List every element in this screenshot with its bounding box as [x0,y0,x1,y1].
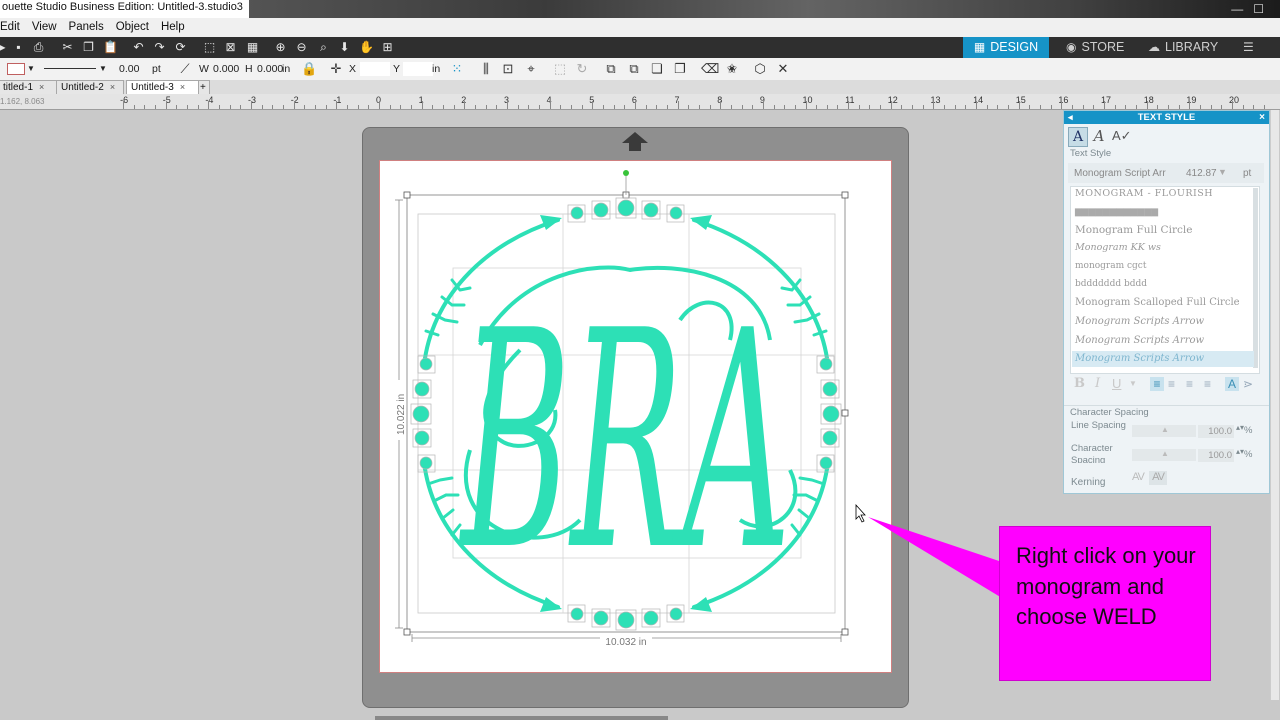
height-dimension-label: 10.022 in [396,394,407,435]
align-right-icon[interactable]: ≡ [1186,377,1193,391]
slider-thumb-icon[interactable]: ▲ [1161,425,1169,434]
horizontal-scrollbar[interactable] [375,716,668,720]
stepper-icon[interactable]: ▴▾ [1236,447,1244,456]
width-dimension-label: 10.032 in [605,637,646,648]
font-list-item[interactable]: ▆▆▆▆▆▆▆▆▆▆▆▆ [1075,207,1158,217]
font-list-item[interactable]: Monogram Scripts Arrow [1075,316,1204,327]
font-list-item[interactable]: bddddddd bddd [1075,279,1147,289]
font-list-item-selected[interactable]: Monogram Scripts Arrow [1075,353,1204,364]
font-list-item[interactable]: Monogram Scripts Arrow [1075,335,1204,346]
character-spacing-label: Character Spacing [1071,443,1113,463]
font-size-input[interactable]: 412.87 [1186,168,1217,179]
close-icon[interactable]: × [1259,111,1265,124]
align-left-icon[interactable]: ≡ [1150,377,1164,391]
font-list-item[interactable]: MONOGRAM - FLOURISH [1075,188,1213,199]
panel-header[interactable]: ◂ TEXT STYLE × [1064,111,1269,124]
section-label: Text Style [1070,148,1112,159]
vertical-text-icon[interactable]: ⋗ [1243,377,1253,391]
character-spacing-input[interactable]: 100.0 [1198,449,1234,462]
character-spacing-title: Character Spacing [1070,407,1149,418]
chevron-down-icon[interactable]: ▼ [1129,379,1137,388]
text-style-panel: ◂ TEXT STYLE × A A A✓ Text Style Monogra… [1063,110,1270,494]
font-list-scrollbar[interactable] [1253,188,1258,368]
spell-check-icon[interactable]: A✓ [1112,127,1132,145]
font-size-unit: pt [1243,168,1252,179]
kerning-label: Kerning [1071,477,1106,488]
kerning-on-icon[interactable]: AV [1149,471,1167,485]
slider-thumb-icon[interactable]: ▲ [1161,449,1169,458]
line-spacing-input[interactable]: 100.0 [1198,425,1234,438]
chevron-down-icon[interactable]: ▼ [1218,167,1227,177]
text-effects-tab-icon[interactable]: A [1090,127,1108,145]
panel-scrollbar[interactable] [1270,110,1279,700]
horizontal-text-icon[interactable]: A [1225,377,1239,391]
font-list-item[interactable]: Monogram KK ws [1075,242,1161,253]
panel-title: TEXT STYLE [1137,112,1196,123]
collapse-icon[interactable]: ◂ [1068,111,1073,124]
font-list-item[interactable]: monogram cgct [1075,261,1146,271]
stepper-icon[interactable]: ▴▾ [1236,423,1244,432]
italic-icon[interactable]: I [1095,376,1100,391]
justify-icon[interactable]: ≡ [1204,377,1211,391]
bold-icon[interactable]: B [1074,376,1085,391]
percent-unit: % [1244,425,1253,436]
font-list-item[interactable]: Monogram Scalloped Full Circle [1075,297,1240,308]
callout-text: Right click on your monogram and choose … [1016,543,1196,629]
instruction-callout: Right click on your monogram and choose … [999,526,1211,681]
rotate-handle[interactable] [623,170,629,176]
percent-unit: % [1244,449,1253,460]
underline-icon[interactable]: U [1112,376,1121,391]
callout-pointer [868,517,1002,598]
font-list-item[interactable]: Monogram Full Circle [1075,224,1192,236]
mouse-cursor-icon [855,503,866,523]
font-name-input[interactable]: Monogram Script Arr [1074,168,1166,179]
monogram-letters: BRA [459,267,791,616]
kerning-icon[interactable]: AV [1132,471,1145,483]
align-center-icon[interactable]: ≡ [1168,377,1175,391]
text-style-tab-icon[interactable]: A [1068,127,1088,147]
line-spacing-label: Line Spacing [1071,420,1126,431]
